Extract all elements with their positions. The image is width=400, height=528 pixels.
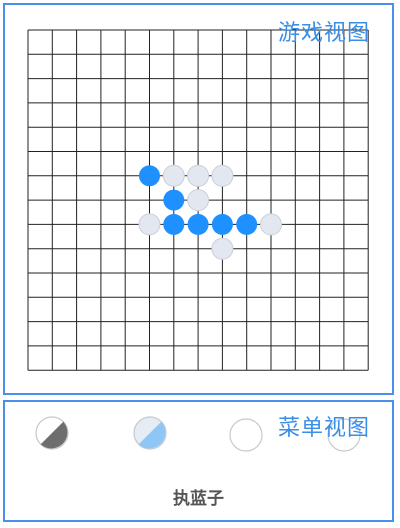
white-stone — [211, 164, 234, 187]
blue-stone — [211, 213, 233, 235]
game-view: 游戏视图 — [3, 3, 394, 395]
dark-piece-option-icon — [35, 416, 69, 450]
white-stone — [260, 213, 282, 236]
menu-view-label: 菜单视图 — [277, 416, 370, 441]
white-piece-option-icon — [229, 418, 263, 452]
white-stone — [187, 189, 210, 212]
white-stone — [211, 237, 234, 260]
white-stone — [138, 213, 161, 236]
blue-stone — [139, 165, 160, 187]
game-view-label: 游戏视图 — [277, 21, 370, 46]
white-stone — [162, 164, 185, 187]
white-stone — [187, 164, 210, 187]
white-piece-option[interactable] — [229, 418, 263, 452]
game-board[interactable] — [5, 5, 392, 393]
menu-view: 菜单视图 执蓝子 — [3, 400, 394, 522]
blue-stone — [163, 213, 185, 235]
blue-stone — [163, 189, 185, 211]
blue-stone — [236, 213, 258, 235]
dark-piece-option[interactable] — [35, 416, 69, 450]
blue-piece-option-icon — [133, 416, 167, 450]
blue-stone — [187, 213, 209, 235]
blue-piece-option[interactable] — [133, 416, 167, 450]
current-player-status: 执蓝子 — [173, 489, 224, 509]
